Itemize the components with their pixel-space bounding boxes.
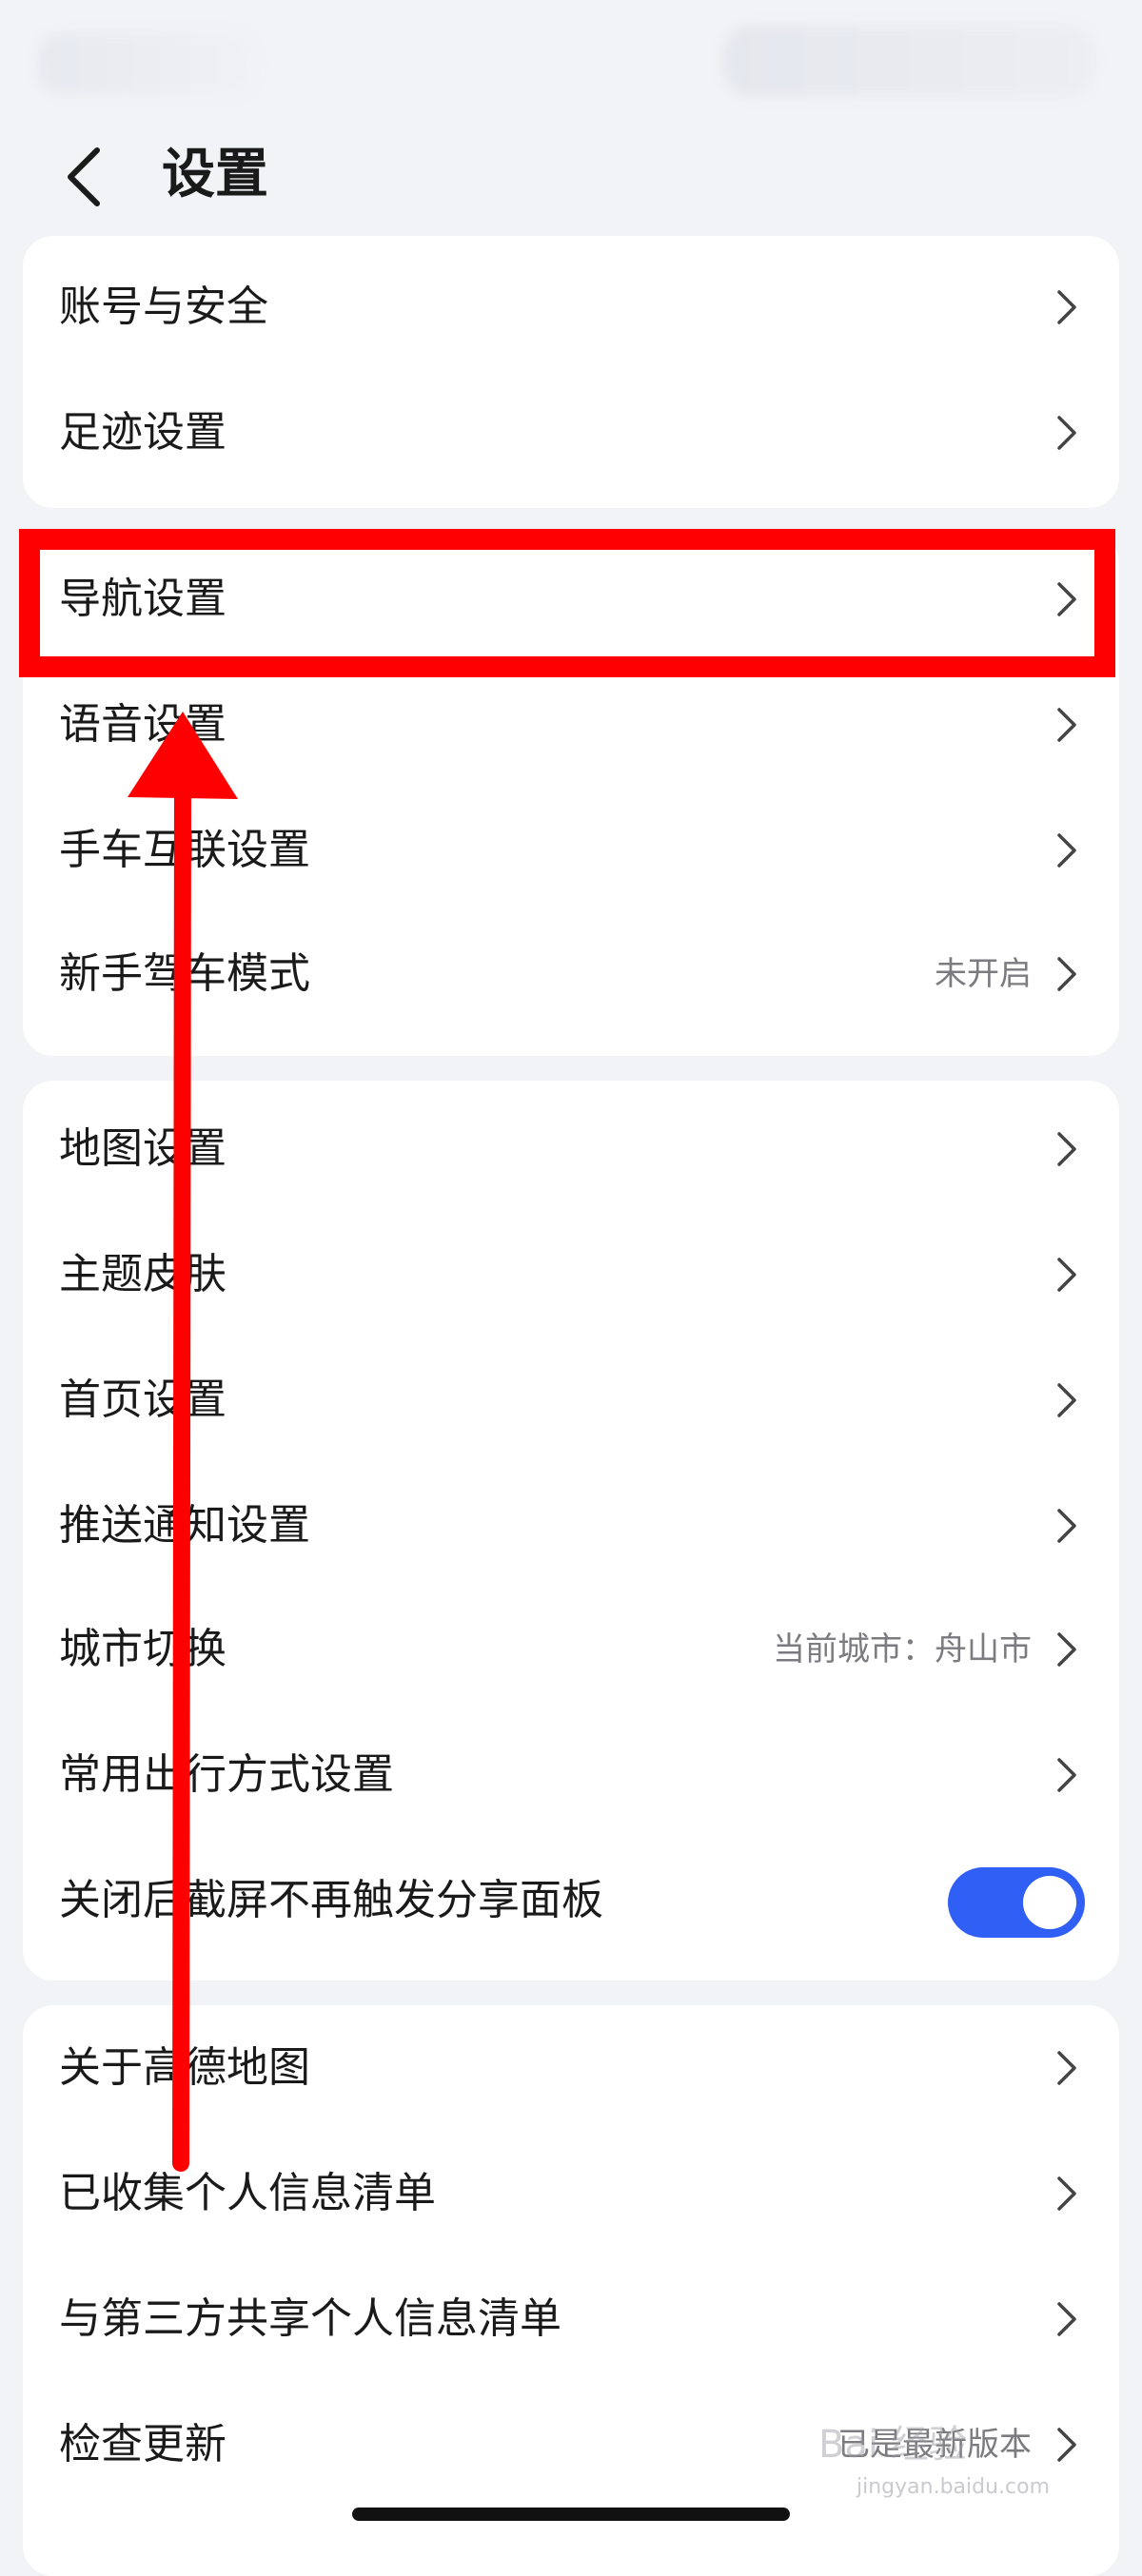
- setting-item-label: 与第三方共享个人信息清单: [59, 2294, 561, 2343]
- chevron-right-icon: [1057, 416, 1076, 450]
- setting-item-label: 导航设置: [59, 575, 226, 623]
- chevron-right-icon: [1057, 1632, 1076, 1667]
- chevron-right-icon: [1057, 708, 1076, 742]
- setting-item-theme-skin[interactable]: 主题皮肤: [23, 1212, 1119, 1337]
- setting-item-label: 账号与安全: [59, 283, 268, 331]
- chevron-right-icon: [1057, 2176, 1076, 2211]
- chevron-right-icon: [1057, 2428, 1076, 2462]
- setting-item-footprint[interactable]: 足迹设置: [23, 370, 1119, 496]
- chevron-right-icon: [1057, 582, 1076, 616]
- setting-item-label: 足迹设置: [59, 408, 226, 457]
- setting-item-label: 新手驾车模式: [59, 949, 310, 998]
- setting-item-phone-car-link[interactable]: 手车互联设置: [23, 788, 1119, 913]
- setting-item-city-switch[interactable]: 城市切换 当前城市：舟山市: [23, 1587, 1119, 1712]
- status-bar-left-blurred: [38, 32, 257, 95]
- chevron-right-icon: [1057, 1258, 1076, 1292]
- settings-group-about: 关于高德地图 已收集个人信息清单 与第三方共享个人信息清单 检查更新 已是最新版…: [23, 2005, 1119, 2576]
- setting-item-navigation[interactable]: 导航设置: [23, 537, 1119, 662]
- status-bar-right-blurred: [723, 25, 1094, 97]
- chevron-right-icon: [1057, 2051, 1076, 2085]
- setting-item-account-security[interactable]: 账号与安全: [23, 244, 1119, 370]
- setting-item-label: 常用出行方式设置: [59, 1750, 394, 1799]
- setting-item-value: 已是最新版本: [837, 2426, 1032, 2464]
- back-arrow-icon: [68, 147, 100, 206]
- setting-item-label: 地图设置: [59, 1124, 226, 1173]
- setting-item-home-page[interactable]: 首页设置: [23, 1337, 1119, 1463]
- setting-item-label: 已收集个人信息清单: [59, 2169, 436, 2217]
- setting-item-voice[interactable]: 语音设置: [23, 662, 1119, 788]
- setting-item-collected-info[interactable]: 已收集个人信息清单: [23, 2131, 1119, 2256]
- setting-item-label: 检查更新: [59, 2420, 226, 2469]
- setting-item-value: 当前城市：舟山市: [773, 1630, 1032, 1669]
- chevron-right-icon: [1057, 957, 1076, 991]
- settings-group-navigation: 导航设置 语音设置 手车互联设置 新手驾车模式 未开启: [23, 533, 1119, 1056]
- toggle-knob: [1023, 1876, 1076, 1929]
- chevron-right-icon: [1057, 833, 1076, 868]
- back-button[interactable]: [55, 133, 122, 219]
- setting-item-screenshot-share: 关闭后截屏不再触发分享面板: [23, 1838, 1119, 1963]
- chevron-right-icon: [1057, 1383, 1076, 1417]
- chevron-right-icon: [1057, 2302, 1076, 2336]
- settings-group-map: 地图设置 主题皮肤 首页设置 推送通知设置 城市切换 当前城市：舟山市 常用出行…: [23, 1081, 1119, 1981]
- setting-item-label: 城市切换: [59, 1625, 226, 1673]
- setting-item-value: 未开启: [935, 955, 1032, 993]
- status-bar: [0, 0, 1142, 105]
- setting-item-travel-mode[interactable]: 常用出行方式设置: [23, 1712, 1119, 1838]
- setting-item-label: 推送通知设置: [59, 1501, 310, 1550]
- header: 设置: [0, 133, 1142, 219]
- setting-item-check-update[interactable]: 检查更新 已是最新版本: [23, 2382, 1119, 2508]
- setting-item-push-notification[interactable]: 推送通知设置: [23, 1463, 1119, 1589]
- setting-item-label: 首页设置: [59, 1376, 226, 1424]
- setting-item-about[interactable]: 关于高德地图: [23, 2005, 1119, 2131]
- setting-item-novice-driving[interactable]: 新手驾车模式 未开启: [23, 911, 1119, 1037]
- chevron-right-icon: [1057, 290, 1076, 324]
- settings-group-account: 账号与安全 足迹设置: [23, 236, 1119, 508]
- setting-item-label: 语音设置: [59, 700, 226, 749]
- setting-item-label: 主题皮肤: [59, 1250, 226, 1298]
- setting-item-map[interactable]: 地图设置: [23, 1086, 1119, 1212]
- screenshot-share-toggle[interactable]: [948, 1867, 1085, 1938]
- setting-item-label: 关于高德地图: [59, 2043, 310, 2092]
- chevron-right-icon: [1057, 1132, 1076, 1166]
- setting-item-label: 关闭后截屏不再触发分享面板: [59, 1876, 603, 1924]
- setting-item-third-party-info[interactable]: 与第三方共享个人信息清单: [23, 2256, 1119, 2382]
- setting-item-label: 手车互联设置: [59, 826, 310, 874]
- page-title: 设置: [162, 144, 268, 205]
- chevron-right-icon: [1057, 1509, 1076, 1543]
- chevron-right-icon: [1057, 1758, 1076, 1792]
- home-indicator: [352, 2508, 790, 2521]
